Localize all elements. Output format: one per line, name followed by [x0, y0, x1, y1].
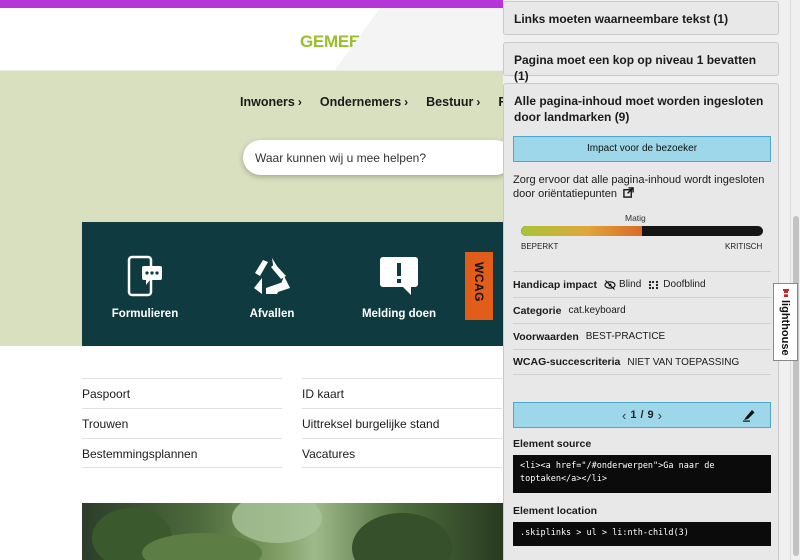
property-key: WCAG-succescriteria: [513, 356, 621, 368]
quick-links-column-1: Paspoort Trouwen Bestemmingsplannen: [82, 378, 282, 468]
wcag-tab-label: WCAG: [472, 262, 486, 302]
main-navigation: Inwoners› Ondernemers› Bestuur› F: [240, 95, 506, 109]
chevron-left-icon[interactable]: ‹: [622, 409, 626, 422]
scrollbar-thumb[interactable]: [793, 216, 799, 556]
wcag-toolbar-tab[interactable]: WCAG: [465, 252, 493, 320]
issue-item-expanded: Alle pagina-inhoud moet worden ingeslote…: [503, 83, 779, 560]
property-key: Voorwaarden: [513, 330, 579, 343]
element-location-code: .skiplinks > ul > li:nth-child(3): [513, 522, 771, 546]
highlighter-icon[interactable]: [742, 408, 756, 422]
pager-total: 9: [647, 409, 654, 421]
property-key: Categorie: [513, 304, 562, 317]
tile-afvallen[interactable]: Afvallen: [217, 254, 327, 320]
tile-label: Melding doen: [361, 308, 437, 320]
quick-link[interactable]: Bestemmingsplannen: [82, 438, 282, 468]
tile-label: Formulieren: [111, 308, 179, 320]
pager-separator: /: [640, 409, 644, 421]
issue-item-collapsed[interactable]: Links moeten waarneembare tekst (1): [503, 1, 779, 35]
quick-links-column-2: ID kaart Uittreksel burgelijke stand Vac…: [302, 378, 502, 468]
lighthouse-label: lighthouse: [779, 300, 791, 356]
tag-blind: Blind: [604, 279, 641, 290]
logo-text-gemeente[interactable]: GEMEENTE: [300, 32, 393, 52]
external-link-icon[interactable]: [623, 187, 634, 198]
element-source-title: Element source: [513, 438, 592, 450]
issue-title[interactable]: Alle pagina-inhoud moet worden ingeslote…: [504, 84, 778, 134]
gauge-level-label: Matig: [625, 213, 646, 223]
braille-icon: [649, 280, 659, 289]
nav-item-ondernemers[interactable]: Ondernemers ›: [320, 95, 408, 109]
lighthouse-tab[interactable]: lighthouse: [773, 283, 798, 361]
gauge-min-label: BEPERKT: [521, 242, 559, 251]
search-input[interactable]: Waar kunnen wij u mee helpen?: [243, 140, 513, 175]
property-category: Categorie cat.keyboard: [513, 297, 771, 323]
issue-description: Zorg ervoor dat alle pagina-inhoud wordt…: [513, 174, 771, 201]
nav-item-inwoners[interactable]: Inwoners ›: [240, 95, 302, 109]
property-value: BEST-PRACTICE: [585, 331, 666, 342]
element-pager: ‹ 1 / 9 ›: [513, 402, 771, 428]
chevron-right-icon[interactable]: ›: [658, 409, 662, 422]
quick-link[interactable]: Vacatures: [302, 438, 502, 468]
top-accent-bar: [0, 0, 505, 8]
nav-item-bestuur[interactable]: Bestuur ›: [426, 95, 480, 109]
quick-link[interactable]: ID kaart: [302, 378, 502, 408]
accessibility-panel: Links moeten waarneembare tekst (1) Pagi…: [503, 0, 790, 560]
description-text: Zorg ervoor dat alle pagina-inhoud wordt…: [513, 174, 765, 200]
quick-link[interactable]: Uittreksel burgelijke stand: [302, 408, 502, 438]
gauge-fill: [521, 226, 642, 236]
lighthouse-icon: [783, 289, 789, 297]
tile-label: Afvallen: [249, 308, 295, 320]
panel-scrollbar[interactable]: [790, 0, 800, 560]
issue-item-collapsed[interactable]: Pagina moet een kop op niveau 1 bevatten…: [503, 42, 779, 83]
phone-chat-icon: [127, 255, 162, 297]
property-key: Handicap impact: [513, 278, 598, 291]
property-value: NIET VAN TOEPASSING: [627, 356, 740, 368]
tile-formulieren[interactable]: Formulieren: [90, 254, 200, 320]
chevron-right-icon: ›: [476, 95, 481, 109]
element-source-code: <li><a href="/#onderwerpen">Ga naar de t…: [513, 455, 771, 493]
eye-slash-icon: [604, 279, 616, 290]
property-conditions: Voorwaarden BEST-PRACTICE: [513, 323, 771, 349]
property-handicap-impact: Handicap impact Blind Doofblind: [513, 271, 771, 297]
quick-link[interactable]: Trouwen: [82, 408, 282, 438]
impact-gauge: [521, 226, 763, 236]
tag-doofblind: Doofblind: [648, 279, 706, 290]
element-location-title: Element location: [513, 505, 598, 517]
property-wcag-criteria: WCAG-succescriteria NIET VAN TOEPASSING: [513, 349, 771, 375]
chevron-right-icon: ›: [404, 95, 409, 109]
property-value: cat.keyboard: [568, 305, 626, 316]
logo-text-wagenwind[interactable]: WAGENWIND: [404, 32, 511, 52]
tile-melding-doen[interactable]: Melding doen: [344, 254, 454, 320]
recycle-icon: [254, 258, 290, 294]
alert-message-icon: [380, 257, 418, 295]
impact-button[interactable]: Impact voor de bezoeker: [513, 136, 771, 162]
gauge-max-label: KRITISCH: [725, 242, 763, 251]
landscape-photo: [82, 503, 505, 560]
chevron-right-icon: ›: [297, 95, 302, 109]
top-tasks-panel: Formulieren Afvallen Melding doen: [82, 222, 505, 346]
pager-current: 1: [630, 409, 637, 421]
quick-link[interactable]: Paspoort: [82, 378, 282, 408]
issue-title: Links moeten waarneembare tekst (1): [514, 12, 729, 26]
